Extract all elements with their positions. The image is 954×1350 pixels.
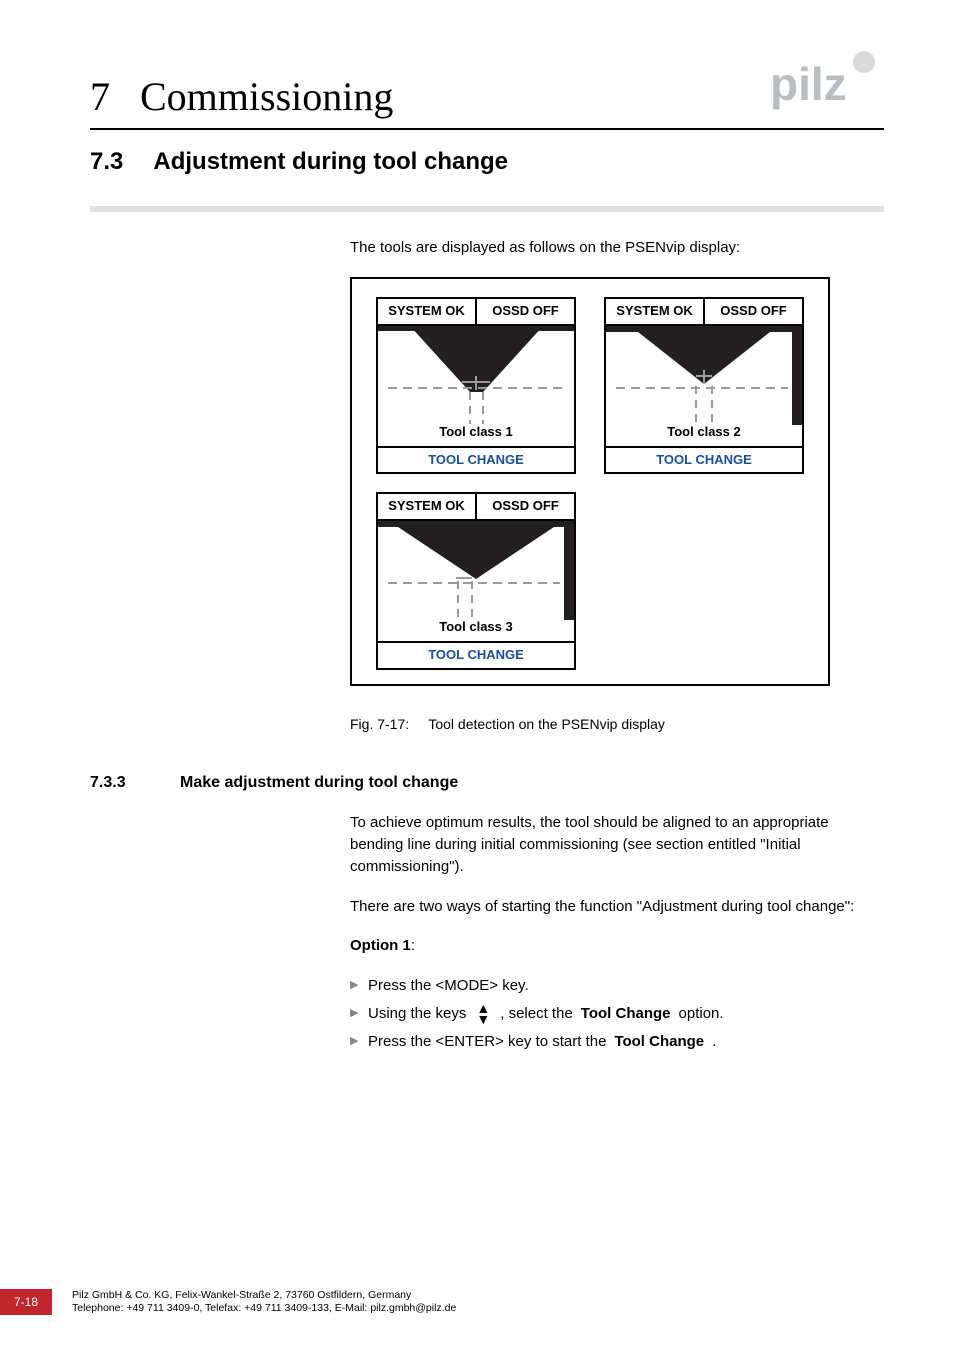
pilz-logo: pilz <box>764 50 884 110</box>
bullet-2-bold: Tool Change <box>581 1003 671 1025</box>
header: 7 Commissioning pilz <box>90 50 884 130</box>
option1-label: Option 1 <box>350 937 411 954</box>
option1-heading: Option 1: <box>350 935 884 957</box>
display-top: SYSTEM OK OSSD OFF <box>604 297 804 326</box>
display-image-1: Tool class 1 <box>376 326 576 446</box>
figure-label: Fig. 7-17: <box>350 716 409 732</box>
display-tool2: SYSTEM OK OSSD OFF Tool class 2 <box>604 297 804 475</box>
figure-box: SYSTEM OK OSSD OFF Tool class 1 <box>350 277 830 686</box>
tool-class-3-label: Tool class 3 <box>378 618 574 637</box>
paragraph-1: To achieve optimum results, the tool sho… <box>350 812 884 877</box>
display-top: SYSTEM OK OSSD OFF <box>376 492 576 521</box>
figure-caption: Fig. 7-17: Tool detection on the PSENvip… <box>350 714 884 734</box>
display-tool3: SYSTEM OK OSSD OFF Tool class 3 <box>376 492 576 670</box>
paragraph-2: There are two ways of starting the funct… <box>350 896 884 918</box>
tool-class-2-label: Tool class 2 <box>606 423 802 442</box>
divider <box>90 206 884 212</box>
tool-change-label: TOOL CHANGE <box>604 446 804 475</box>
bullet-arrow-icon: ▶ <box>350 978 360 994</box>
display-top: SYSTEM OK OSSD OFF <box>376 297 576 326</box>
bullet-1: ▶ Press the <MODE> key. <box>350 975 884 997</box>
ossd-off-label: OSSD OFF <box>477 299 574 324</box>
section-number: 7.3 <box>90 148 123 176</box>
bullet-2-text-d: option. <box>679 1003 724 1025</box>
bullet-2-text-a: Using the keys <box>368 1003 466 1025</box>
bullet-arrow-icon: ▶ <box>350 1034 360 1050</box>
system-ok-label: SYSTEM OK <box>606 299 705 324</box>
body: The tools are displayed as follows on th… <box>350 237 884 734</box>
ossd-off-label: OSSD OFF <box>477 494 574 519</box>
system-ok-label: SYSTEM OK <box>378 299 477 324</box>
bullet-3: ▶ Press the <ENTER> key to start the Too… <box>350 1031 884 1053</box>
bullet-3-bold: Tool Change <box>614 1031 704 1053</box>
subsection-number: 7.3.3 <box>90 774 150 792</box>
bullet-arrow-icon: ▶ <box>350 1006 360 1022</box>
subsection-heading: 7.3.3 Make adjustment during tool change <box>90 774 884 792</box>
bullet-2-text-b: , select the <box>500 1003 573 1025</box>
header-left: 7 Commissioning <box>90 73 393 120</box>
subsection-title: Make adjustment during tool change <box>180 774 458 792</box>
section-title: Adjustment during tool change <box>153 148 508 176</box>
footer: 7-18 Pilz GmbH & Co. KG, Felix-Wankel-St… <box>0 1289 954 1315</box>
bullet-3-text-c: . <box>712 1031 716 1053</box>
figure-caption-text: Tool detection on the PSENvip display <box>428 716 665 732</box>
page-number-badge: 7-18 <box>0 1289 52 1315</box>
tool-class-1-label: Tool class 1 <box>378 423 574 442</box>
footer-line2: Telephone: +49 711 3409-0, Telefax: +49 … <box>72 1302 456 1315</box>
intro-text: The tools are displayed as follows on th… <box>350 237 884 259</box>
bullet-3-text-a: Press the <ENTER> key to start the <box>368 1031 606 1053</box>
ossd-off-label: OSSD OFF <box>705 299 802 324</box>
display-image-2: Tool class 2 <box>604 326 804 446</box>
bullet-1-text: Press the <MODE> key. <box>368 975 529 997</box>
footer-line1: Pilz GmbH & Co. KG, Felix-Wankel-Straße … <box>72 1289 456 1302</box>
page: 7 Commissioning pilz 7.3 Adjustment duri… <box>0 0 954 1350</box>
tool-change-label: TOOL CHANGE <box>376 446 576 475</box>
chapter-number: 7 <box>90 73 110 120</box>
section-heading: 7.3 Adjustment during tool change <box>90 148 884 176</box>
system-ok-label: SYSTEM OK <box>378 494 477 519</box>
svg-text:pilz: pilz <box>770 58 847 110</box>
arrow-keys-icon: ▲▼ <box>476 1003 490 1025</box>
chapter-title: Commissioning <box>140 73 393 120</box>
display-tool1: SYSTEM OK OSSD OFF Tool class 1 <box>376 297 576 475</box>
tool-change-label: TOOL CHANGE <box>376 641 576 670</box>
subsection-body: To achieve optimum results, the tool sho… <box>350 812 884 1053</box>
footer-text: Pilz GmbH & Co. KG, Felix-Wankel-Straße … <box>72 1289 456 1314</box>
bullet-2: ▶ Using the keys ▲▼ , select the Tool Ch… <box>350 1003 884 1025</box>
display-image-3: Tool class 3 <box>376 521 576 641</box>
